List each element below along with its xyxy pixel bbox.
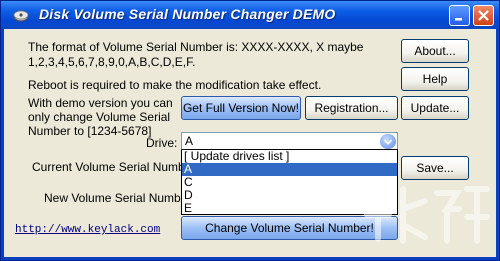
dropdown-arrow-button[interactable] [380,134,396,149]
close-icon [478,10,489,21]
dropdown-option-a[interactable]: A [182,163,397,176]
help-button[interactable]: Help [401,67,469,91]
format-text-line2: 1,2,3,4,5,6,7,8,9,0,A,B,C,D,E,F. [28,55,196,69]
app-window: Disk Volume Serial Number Changer DEMO T… [0,0,500,261]
minimize-button[interactable] [449,5,470,26]
registration-button[interactable]: Registration... [305,96,398,120]
drive-selected-value: A [185,134,194,148]
window-title: Disk Volume Serial Number Changer DEMO [39,6,336,22]
drive-select[interactable]: A [181,132,398,150]
drive-label: Drive: [146,136,178,150]
dropdown-option-update-drives[interactable]: [ Update drives list ] [182,150,397,163]
save-button[interactable]: Save... [401,156,469,180]
demo-note-line3: Number to [1234-5678] [28,124,152,138]
reboot-note: Reboot is required to make the modificat… [28,78,322,92]
new-serial-label: New Volume Serial Number: [44,191,195,205]
demo-note-line1: With demo version you can [28,96,173,110]
update-button[interactable]: Update... [401,96,469,120]
format-text-line1: The format of Volume Serial Number is: X… [28,40,364,54]
minimize-icon [455,18,462,21]
close-button[interactable] [473,5,494,26]
chevron-down-icon [383,139,393,145]
demo-note-line2: only change Volume Serial [28,110,171,124]
about-button[interactable]: About... [401,39,469,63]
app-icon [13,10,29,22]
watermark-logo [364,186,490,244]
get-full-version-button[interactable]: Get Full Version Now! [181,96,301,120]
current-serial-label: Current Volume Serial Number: [32,160,199,174]
website-link[interactable]: http://www.keylack.com [15,224,160,236]
title-bar[interactable]: Disk Volume Serial Number Changer DEMO [1,1,499,29]
